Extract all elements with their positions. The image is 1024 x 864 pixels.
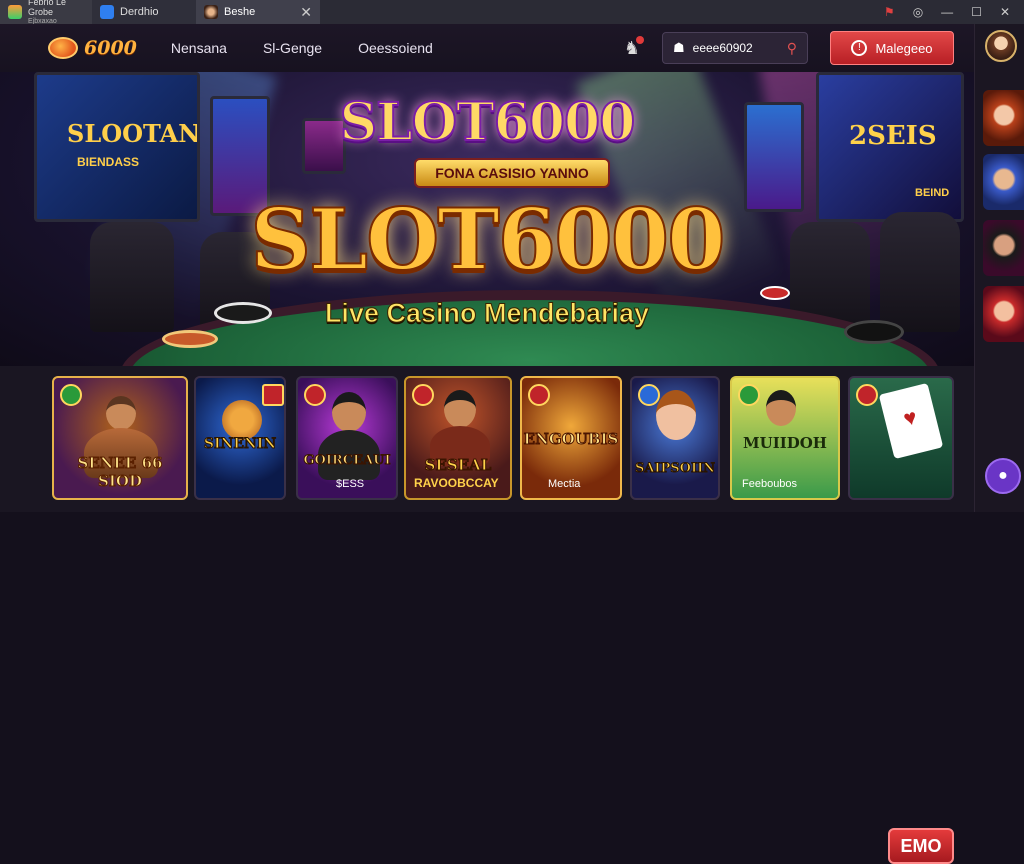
hero-logo-title: SLOT6000 — [339, 91, 637, 154]
character-head — [332, 392, 366, 432]
game-badge-icon — [262, 384, 284, 406]
hero-banner: SLOOTANG BIENDASS 2SEIS BEIND SLOT6000 F… — [0, 72, 974, 366]
sidebar-avatar-3[interactable] — [983, 220, 1024, 276]
nav-item-1[interactable]: Nensana — [171, 40, 227, 56]
game-title: SINENIN — [203, 436, 277, 453]
game-card[interactable]: SESEAL RAVOOBCCAY — [404, 376, 512, 500]
right-sidebar: ● — [974, 24, 1024, 512]
game-badge-icon — [738, 384, 760, 406]
game-subtitle: Feeboubos — [742, 478, 798, 490]
game-title: SESEAL — [424, 456, 492, 475]
game-subtitle: Mectia — [548, 478, 581, 490]
game-badge-icon — [412, 384, 434, 406]
browser-tab-3[interactable]: Beshe ✕ — [196, 0, 320, 24]
tab-favicon-icon — [8, 5, 22, 19]
character-head — [106, 396, 136, 430]
nav-item-2[interactable]: Sl-Genge — [263, 40, 322, 56]
character-head — [766, 390, 796, 426]
play-button[interactable]: EMO — [888, 828, 954, 864]
left-screen-sub: BIENDASS — [77, 155, 140, 169]
main-nav: Nensana Sl-Genge Oeessoiend — [171, 40, 433, 56]
window-controls: ⚑ ◎ — ☐ ✕ — [884, 5, 1024, 19]
game-title: GOIRCEAUI — [303, 453, 391, 469]
game-badge-icon — [638, 384, 660, 406]
tab-3-title: Beshe — [224, 6, 256, 18]
browser-tab-2[interactable]: Derdhio — [92, 0, 196, 24]
game-card[interactable]: SAIPSOIIN — [630, 376, 720, 500]
search-input[interactable]: ☗ eeee60902 ⚲ — [662, 32, 808, 64]
sidebar-avatar-2[interactable] — [983, 154, 1024, 210]
logo-icon — [48, 37, 78, 59]
game-title: SAIPSOIIN — [634, 461, 716, 477]
game-badge-icon — [528, 384, 550, 406]
character-head — [656, 390, 696, 440]
game-card[interactable]: ♥ — [848, 376, 954, 500]
site-header: 6000 Nensana Sl-Genge Oeessoiend ♞ ☗ eee… — [0, 24, 974, 72]
playing-card-icon: ♥ — [878, 382, 944, 460]
notification-dot — [636, 36, 644, 44]
chat-icon[interactable]: ● — [985, 458, 1021, 494]
alert-icon: ! — [851, 40, 868, 56]
sidebar-avatar-4[interactable] — [983, 286, 1024, 342]
logo-text: 6000 — [84, 37, 137, 59]
tab-close-icon[interactable]: ✕ — [300, 4, 312, 21]
tab-avatar-icon — [204, 5, 218, 19]
tab-favicon-icon — [100, 5, 114, 19]
target-icon[interactable]: ◎ — [913, 5, 923, 19]
browser-chrome: Febrio Lé Grobe Ejbxaxao Derdhio Beshe ✕… — [0, 0, 1024, 25]
search-icon[interactable]: ⚲ — [787, 40, 797, 57]
game-card[interactable]: GOIRCEAUI $ESS — [296, 376, 398, 500]
hero-subtitle: Live Casino Mendebariay — [324, 298, 650, 329]
game-title: SENEE 66 SIOD — [77, 454, 163, 491]
notification-button[interactable]: ♞ — [618, 34, 646, 62]
game-card[interactable]: ENGOUBIS Mectia — [520, 376, 622, 500]
game-list: SENEE 66 SIOD SINENIN GOIRCEAUI $ESS SES… — [0, 366, 974, 864]
game-card[interactable]: SINENIN — [194, 376, 286, 500]
tab-1-title: Febrio Lé Grobe — [28, 0, 67, 17]
game-title: ENGOUBIS — [523, 430, 619, 449]
user-avatar[interactable] — [985, 30, 1017, 62]
car-icon: ☗ — [673, 40, 685, 55]
minimize-icon[interactable]: — — [941, 5, 953, 19]
tab-2-title: Derdhio — [120, 6, 159, 18]
nav-item-3[interactable]: Oeessoiend — [358, 40, 433, 56]
game-title: MUIIDOH — [743, 434, 827, 452]
browser-tab-1[interactable]: Febrio Lé Grobe Ejbxaxao — [0, 0, 92, 25]
game-badge-icon — [60, 384, 82, 406]
game-badge-icon — [304, 384, 326, 406]
game-subtitle: RAVOOBCCAY — [414, 476, 499, 490]
game-card[interactable]: SENEE 66 SIOD — [52, 376, 188, 500]
flag-icon[interactable]: ⚑ — [884, 5, 895, 19]
hero-ribbon: FONA CASISIO YANNO — [414, 158, 610, 188]
lion-icon — [222, 400, 262, 440]
game-subtitle: $ESS — [336, 478, 365, 490]
login-button-label: Malegeeo — [875, 40, 933, 56]
chip-stack — [162, 330, 218, 348]
character-head — [444, 390, 476, 428]
search-value: eeee60902 — [692, 41, 753, 55]
game-card[interactable]: MUIIDOH Feeboubos — [730, 376, 840, 500]
maximize-icon[interactable]: ☐ — [971, 5, 982, 19]
hero-main-title: SLOT6000 — [249, 189, 726, 290]
close-icon[interactable]: ✕ — [1000, 5, 1010, 19]
login-button[interactable]: ! Malegeeo — [830, 31, 954, 65]
site-logo[interactable]: 6000 — [48, 37, 137, 59]
game-badge-icon — [856, 384, 878, 406]
sidebar-avatar-1[interactable] — [983, 90, 1024, 146]
